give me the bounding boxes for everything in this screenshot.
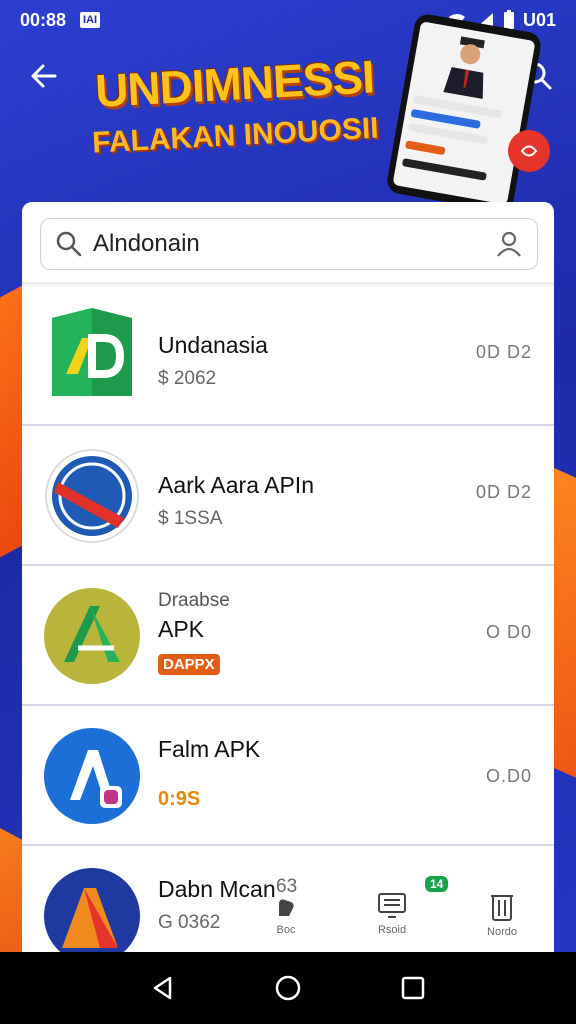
- promo-badge-icon: [508, 130, 550, 172]
- app-row-dabn[interactable]: Dabn Mcan G 0362 63 Boc Rsoid 14 Nordo: [22, 846, 554, 962]
- app-logo-icon: [44, 588, 140, 684]
- app-price: 0:9S: [158, 788, 201, 810]
- banner-title: UNDIMNESSI: [93, 50, 376, 117]
- toolbar-item-nordo[interactable]: Nordo: [472, 890, 532, 938]
- app-size: O D0: [485, 622, 532, 642]
- circle-home-icon: [275, 975, 301, 1001]
- triangle-back-icon: [153, 976, 171, 1000]
- arrow-left-icon: [31, 64, 57, 88]
- banner-subtitle: FALAKAN INOUOSII: [91, 111, 380, 160]
- toolbar-label: Nordo: [487, 926, 517, 938]
- search-icon: [56, 231, 82, 257]
- status-app-icon: IAI: [80, 12, 101, 28]
- navigation-bar: [0, 952, 576, 1024]
- results-card: Undanasia $ 2062 0D D2 Aark Aara APIn $ …: [22, 202, 554, 962]
- person-illustration: [443, 36, 485, 100]
- trash-icon: [491, 895, 513, 921]
- app-row-falm[interactable]: Falm APK 0:9S O.D0: [22, 706, 554, 846]
- square-recents-icon: [402, 976, 425, 1000]
- notification-badge: 14: [425, 876, 449, 892]
- back-button[interactable]: [26, 58, 62, 94]
- app-name: Falm APK: [158, 736, 261, 762]
- app-size: O.D0: [485, 766, 532, 786]
- nav-home-button[interactable]: [268, 968, 308, 1008]
- app-logo-icon: [44, 728, 140, 824]
- app-row-undanasia[interactable]: Undanasia $ 2062 0D D2: [22, 286, 554, 426]
- app-row-aark[interactable]: Aark Aara APIn $ 1SSA 0D D2: [22, 426, 554, 566]
- nav-back-button[interactable]: [143, 968, 183, 1008]
- app-price: $ 1SSA: [158, 508, 223, 529]
- app-price: G 0362: [158, 912, 221, 933]
- toolbar-item-boc[interactable]: Boc: [256, 890, 316, 936]
- app-name: Aark Aara APIn: [158, 472, 314, 498]
- toolbar-item-rsoid[interactable]: Rsoid: [362, 890, 422, 936]
- app-logo-icon: [44, 868, 140, 962]
- app-badge: DAPPX: [158, 654, 220, 675]
- user-icon[interactable]: [495, 230, 523, 258]
- search-bar: [40, 218, 538, 270]
- search-input[interactable]: [83, 230, 495, 258]
- monitor-icon: [378, 893, 406, 918]
- app-price: $ 2062: [158, 368, 217, 389]
- app-logo-icon: [52, 308, 132, 396]
- app-name: APK: [158, 616, 205, 642]
- app-name: Undanasia: [158, 332, 268, 358]
- toolbar-label: Boc: [276, 924, 296, 936]
- status-left: 00:88 IAI: [20, 9, 101, 31]
- status-right-text: U01: [522, 9, 556, 30]
- app-row-apk[interactable]: Draabse APK DAPPX O D0: [22, 566, 554, 706]
- app-logo-icon: [45, 449, 139, 543]
- nav-recents-button[interactable]: [393, 968, 433, 1008]
- toolbar-label: Rsoid: [377, 924, 407, 936]
- promo-phone-image: [385, 12, 543, 214]
- app-developer: Draabse: [158, 590, 230, 611]
- hand-icon: [279, 899, 294, 916]
- app-size: 0D D2: [475, 342, 532, 362]
- status-time: 00:88: [20, 9, 67, 30]
- app-size: 0D D2: [475, 482, 532, 502]
